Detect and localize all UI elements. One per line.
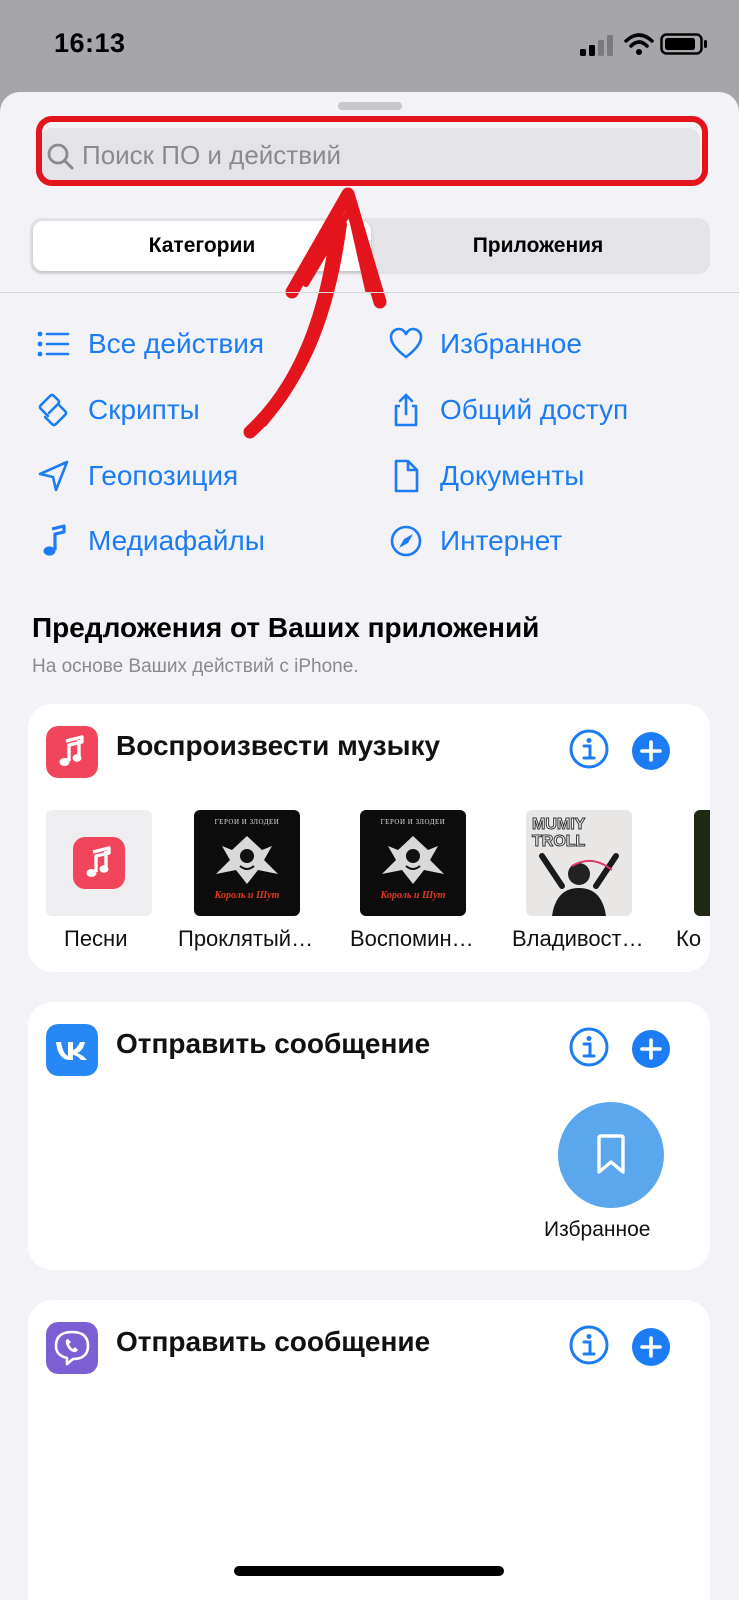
- actions-sheet: Категории Приложения Все действия Избран…: [0, 92, 739, 1600]
- album-band-name: Король и Шут: [214, 890, 280, 901]
- tile-label: Проклятый…: [178, 926, 314, 951]
- info-icon[interactable]: [568, 1324, 610, 1366]
- favorites-label: Избранное: [544, 1218, 651, 1241]
- category-label: Геопозиция: [88, 460, 239, 491]
- album-cover-3[interactable]: MUMIY TROLL: [526, 810, 632, 916]
- suggestion-card-music[interactable]: Воспроизвести музыку Песни ГЕРОИ И ЗЛОДЕ…: [28, 704, 710, 972]
- home-indicator[interactable]: [234, 1566, 504, 1576]
- share-icon: [394, 393, 418, 427]
- album-cover-4[interactable]: [694, 810, 710, 916]
- suggestion-card-vk[interactable]: Отправить сообщение Избранное: [28, 1002, 710, 1270]
- add-plus-icon[interactable]: [632, 1030, 670, 1068]
- card-title: Отправить сообщение: [116, 1028, 431, 1059]
- location-arrow-icon: [38, 460, 69, 492]
- person-photo-icon: [539, 853, 619, 916]
- category-label: Избранное: [440, 328, 582, 359]
- album-title-text: MUMIY TROLL: [532, 816, 586, 851]
- search-highlight-box: [36, 116, 708, 186]
- songs-tile[interactable]: [46, 810, 152, 916]
- category-sharing[interactable]: Общий доступ: [388, 390, 628, 430]
- jester-artwork-icon: [216, 836, 278, 884]
- wifi-icon: [624, 33, 654, 55]
- category-scripts[interactable]: Скрипты: [36, 390, 200, 430]
- category-label: Скрипты: [88, 394, 200, 425]
- card-title: Отправить сообщение: [116, 1326, 431, 1357]
- tile-label: Воспомин…: [350, 926, 474, 951]
- viber-app-icon: [46, 1322, 98, 1374]
- category-documents[interactable]: Документы: [388, 456, 584, 496]
- card-title: Воспроизвести музыку: [116, 730, 441, 761]
- tile-label: Песни: [64, 926, 128, 951]
- album-caption: ГЕРОИ И ЗЛОДЕИ: [380, 818, 446, 826]
- info-icon[interactable]: [568, 728, 610, 770]
- divider: [0, 292, 739, 293]
- heart-icon: [389, 327, 423, 359]
- status-time: 16:13: [54, 28, 126, 58]
- apple-music-icon: [73, 837, 125, 889]
- scripts-icon: [38, 393, 68, 427]
- apple-music-app-icon: [46, 726, 98, 778]
- add-plus-icon[interactable]: [632, 1328, 670, 1366]
- category-favorites[interactable]: Избранное: [388, 324, 582, 364]
- suggestions-title: Предложения от Ваших приложений: [32, 612, 540, 643]
- album-cover-1[interactable]: ГЕРОИ И ЗЛОДЕИ Король и Шут: [194, 810, 300, 916]
- tile-label: Владивост…: [512, 926, 644, 951]
- compass-icon: [390, 525, 422, 557]
- document-icon: [394, 459, 419, 493]
- category-internet[interactable]: Интернет: [388, 521, 562, 561]
- tile-label: Ко: [676, 926, 702, 951]
- album-caption: ГЕРОИ И ЗЛОДЕИ: [214, 818, 280, 826]
- suggestions-subtitle: На основе Ваших действий с iPhone.: [32, 656, 359, 677]
- category-all-actions[interactable]: Все действия: [36, 324, 264, 364]
- favorites-contact-button[interactable]: [558, 1102, 664, 1208]
- cellular-signal-icon: [580, 35, 613, 56]
- category-label: Общий доступ: [440, 394, 629, 425]
- vk-app-icon: [46, 1024, 98, 1076]
- category-label: Медиафайлы: [88, 525, 265, 556]
- bookmark-icon: [597, 1134, 625, 1174]
- status-bar: 16:13: [0, 0, 739, 92]
- album-band-name: Король и Шут: [380, 890, 446, 901]
- jester-artwork-icon: [382, 836, 444, 884]
- suggestion-card-viber[interactable]: Отправить сообщение: [28, 1300, 710, 1600]
- album-cover-2[interactable]: ГЕРОИ И ЗЛОДЕИ Король и Шут: [360, 810, 466, 916]
- category-label: Интернет: [440, 525, 563, 556]
- list-icon: [37, 331, 70, 357]
- add-plus-icon[interactable]: [632, 732, 670, 770]
- category-media[interactable]: Медиафайлы: [36, 521, 265, 561]
- red-arrow-annotation: [243, 187, 387, 439]
- info-icon[interactable]: [568, 1026, 610, 1068]
- music-note-icon: [43, 524, 66, 556]
- category-label: Документы: [440, 460, 585, 491]
- sheet-grabber[interactable]: [338, 102, 402, 110]
- segment-apps[interactable]: Приложения: [369, 221, 707, 271]
- battery-icon: [660, 33, 707, 55]
- category-location[interactable]: Геопозиция: [36, 456, 238, 496]
- category-label: Все действия: [88, 328, 265, 359]
